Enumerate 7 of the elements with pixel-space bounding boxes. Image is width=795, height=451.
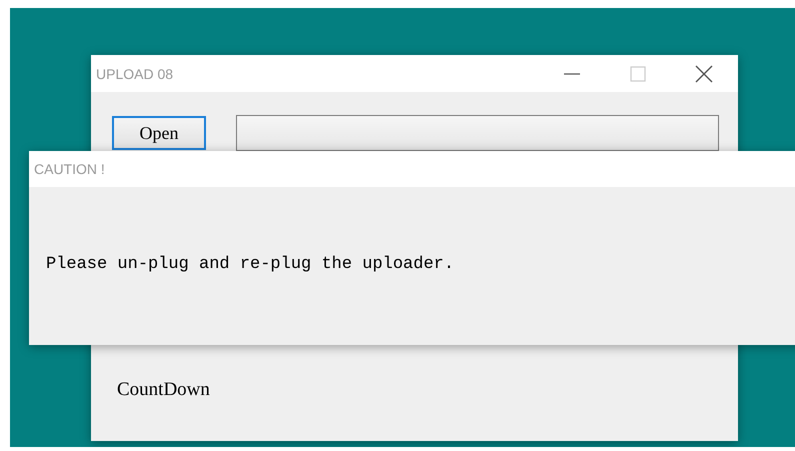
window-title: UPLOAD 08 [96,66,174,82]
open-button[interactable]: Open [112,116,206,150]
dialog-message: Please un-plug and re-plug the uploader. [46,255,454,274]
close-icon[interactable] [694,64,714,84]
countdown-label: CountDown [117,379,211,401]
dialog-title: CAUTION ! [34,161,105,177]
path-field[interactable] [236,115,719,151]
